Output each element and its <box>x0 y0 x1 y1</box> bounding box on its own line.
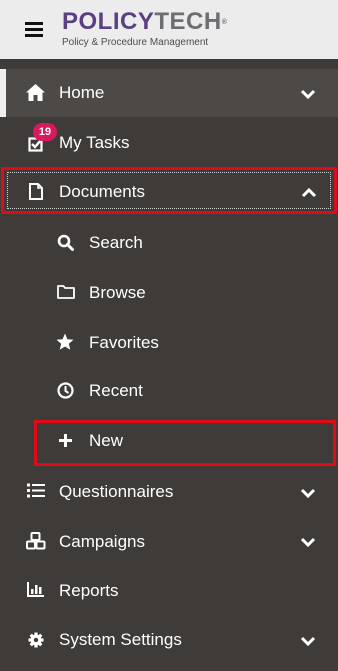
nav-label-system-settings: System Settings <box>59 630 182 649</box>
nav-item-home[interactable]: Home <box>0 69 338 117</box>
bar-chart-icon <box>27 582 45 600</box>
list-icon <box>27 483 45 501</box>
tasks-count-badge: 19 <box>33 123 57 141</box>
document-icon <box>29 183 47 201</box>
gear-icon <box>27 631 45 649</box>
sidebar-nav: Home 19 My Tasks Documents Search Browse… <box>0 59 338 671</box>
logo-policy-text: POLICY <box>62 8 155 35</box>
nav-label-home: Home <box>59 83 105 102</box>
sub-item-recent[interactable]: Recent <box>0 366 338 416</box>
sub-label-new: New <box>89 431 124 450</box>
nav-label-campaigns: Campaigns <box>59 532 145 551</box>
nav-label-questionnaires: Questionnaires <box>59 482 174 501</box>
sub-item-new[interactable]: New <box>0 416 338 466</box>
plus-icon <box>58 433 76 451</box>
search-icon <box>57 234 75 252</box>
nav-item-reports[interactable]: Reports <box>0 565 338 615</box>
sub-label-browse: Browse <box>89 283 146 302</box>
policytech-logo[interactable]: POLICYTECH® Policy & Procedure Managemen… <box>62 8 228 49</box>
app-header: POLICYTECH® Policy & Procedure Managemen… <box>0 0 338 59</box>
sub-label-recent: Recent <box>89 381 143 400</box>
hamburger-icon[interactable] <box>25 22 43 37</box>
nav-item-campaigns[interactable]: Campaigns <box>0 516 338 566</box>
sub-item-browse[interactable]: Browse <box>0 267 338 317</box>
nav-item-questionnaires[interactable]: Questionnaires <box>0 466 338 516</box>
chevron-up-icon[interactable] <box>301 185 317 201</box>
cubes-icon <box>26 532 46 550</box>
sub-label-search: Search <box>89 233 143 252</box>
chevron-down-icon[interactable] <box>300 534 316 550</box>
nav-item-system-settings[interactable]: System Settings <box>0 615 338 665</box>
nav-item-my-tasks[interactable]: 19 My Tasks <box>0 117 338 167</box>
clock-icon <box>57 382 75 400</box>
nav-label-my-tasks: My Tasks <box>59 133 130 152</box>
sub-label-favorites: Favorites <box>89 333 159 352</box>
logo-subtitle: Policy & Procedure Management <box>62 37 209 48</box>
nav-label-documents: Documents <box>59 182 145 201</box>
home-icon <box>26 84 45 102</box>
nav-label-reports: Reports <box>59 581 119 600</box>
chevron-down-icon[interactable] <box>300 633 316 649</box>
chevron-down-icon[interactable] <box>300 86 316 102</box>
logo-registered-mark: ® <box>221 19 228 26</box>
sub-item-favorites[interactable]: Favorites <box>0 317 338 367</box>
chevron-down-icon[interactable] <box>300 485 316 501</box>
folder-icon <box>57 284 75 302</box>
sub-item-search[interactable]: Search <box>0 217 338 267</box>
star-icon <box>56 333 74 351</box>
nav-item-documents[interactable]: Documents <box>0 167 338 217</box>
logo-tech-text: TECH <box>154 8 222 35</box>
